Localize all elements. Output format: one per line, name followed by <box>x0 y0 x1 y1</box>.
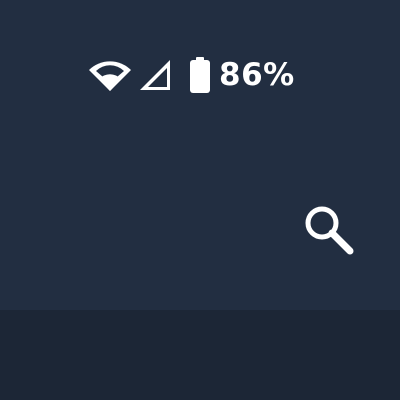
wifi-icon <box>88 58 132 92</box>
app-bar: 86% <box>0 0 400 310</box>
battery-icon <box>172 57 210 93</box>
search-icon <box>302 203 356 261</box>
status-bar: 86% <box>88 55 295 95</box>
cell-signal-icon <box>132 58 172 92</box>
phone-screen: 86% <box>0 0 400 400</box>
bottom-panel <box>0 310 400 400</box>
battery-percentage: 86% <box>219 56 295 93</box>
search-button[interactable] <box>300 203 358 261</box>
